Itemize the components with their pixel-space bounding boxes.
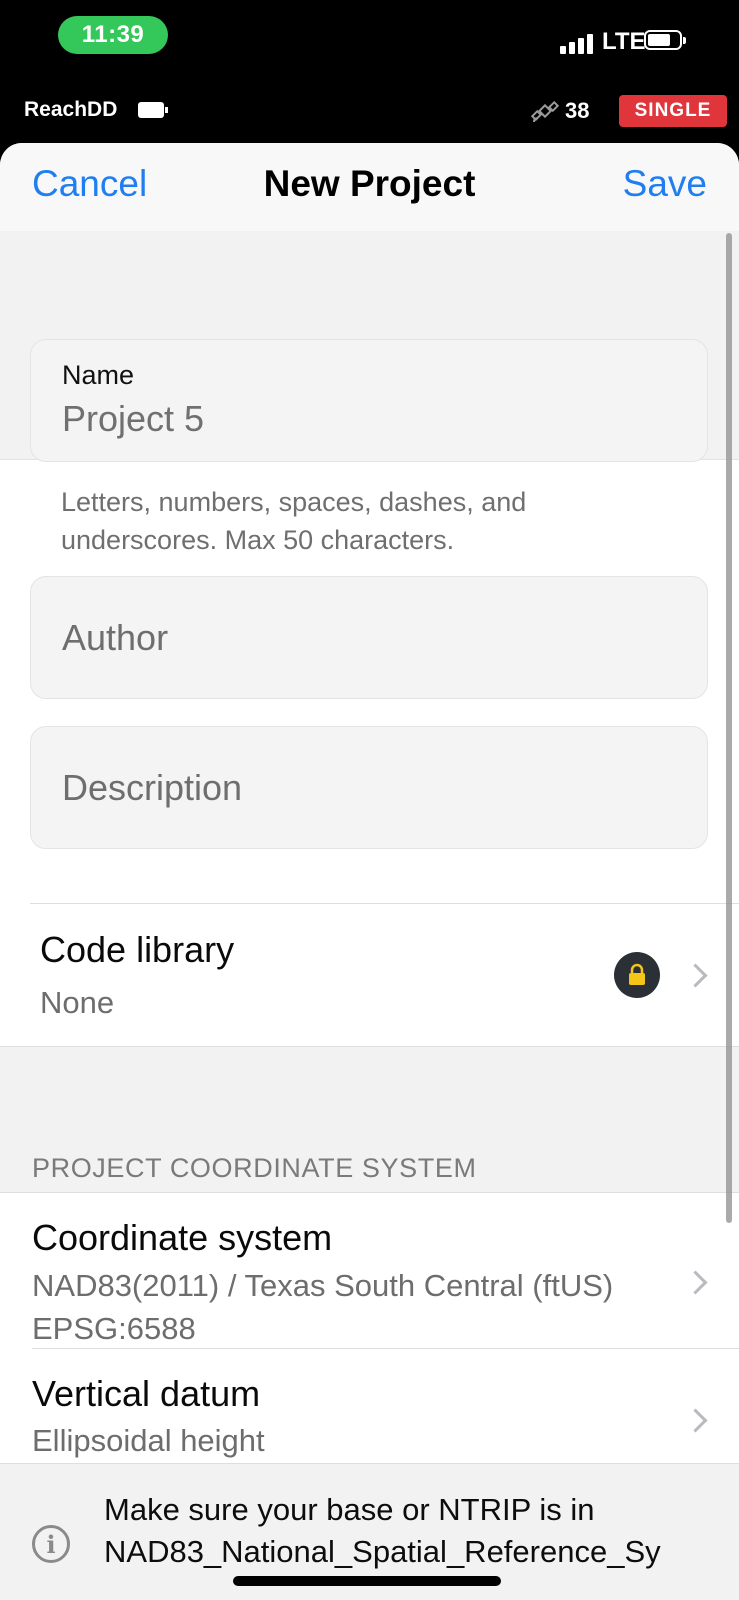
save-button[interactable]: Save (623, 163, 707, 205)
coordinate-system-row[interactable]: Coordinate system NAD83(2011) / Texas So… (0, 1191, 739, 1369)
chevron-right-icon (683, 963, 708, 988)
lock-icon (614, 952, 660, 998)
coordinate-system-label: Coordinate system (32, 1217, 333, 1258)
cancel-button[interactable]: Cancel (32, 163, 147, 205)
status-bar: 11:39 LTE (0, 0, 739, 90)
satellite-count: 38 (565, 98, 590, 123)
vertical-datum-label: Vertical datum (32, 1373, 261, 1414)
phone-battery-icon (644, 30, 686, 50)
satellite-icon (530, 100, 560, 123)
receiver-battery-icon (138, 102, 168, 118)
chevron-right-icon (683, 1408, 708, 1433)
receiver-status-bar[interactable]: ReachDD 38 SINGLE (0, 90, 739, 144)
info-icon: i (32, 1525, 70, 1563)
time-indicator: 11:39 (58, 16, 168, 54)
info-message-line2: NAD83_National_Spatial_Reference_Sy (104, 1534, 661, 1569)
vertical-scrollbar[interactable] (726, 233, 732, 1223)
new-project-sheet: Cancel New Project Save Name Project 5 L… (0, 143, 739, 1600)
name-field-hint: Letters, numbers, spaces, dashes, and un… (61, 487, 527, 555)
coordinate-system-epsg: EPSG:6588 (32, 1311, 196, 1346)
chevron-right-icon (683, 1270, 708, 1295)
vertical-datum-row[interactable]: Vertical datum Ellipsoidal height (0, 1349, 739, 1463)
code-library-row[interactable]: Code library None (0, 904, 739, 1046)
network-type: LTE (602, 28, 646, 55)
code-library-label: Code library (40, 929, 235, 970)
vertical-datum-value: Ellipsoidal height (32, 1423, 265, 1458)
solution-status-badge: SINGLE (619, 95, 727, 127)
author-placeholder: Author (62, 617, 169, 658)
coordinate-system-value: NAD83(2011) / Texas South Central (ftUS) (32, 1268, 614, 1303)
receiver-name: ReachDD (24, 98, 118, 121)
name-field-label: Name (62, 360, 135, 390)
name-field[interactable]: Name Project 5 (30, 339, 708, 462)
name-field-value[interactable]: Project 5 (62, 398, 204, 440)
home-indicator[interactable] (233, 1576, 501, 1586)
description-field[interactable]: Description (30, 726, 708, 849)
info-message-line1: Make sure your base or NTRIP is in (104, 1492, 595, 1527)
coordinate-section-header: PROJECT COORDINATE SYSTEM (32, 1153, 477, 1183)
info-message: Make sure your base or NTRIP is in NAD83… (104, 1489, 714, 1573)
navigation-bar: Cancel New Project Save (0, 143, 739, 232)
code-library-value: None (40, 985, 115, 1020)
cellular-signal-icon (560, 32, 600, 54)
description-placeholder: Description (62, 767, 243, 808)
author-field[interactable]: Author (30, 576, 708, 699)
